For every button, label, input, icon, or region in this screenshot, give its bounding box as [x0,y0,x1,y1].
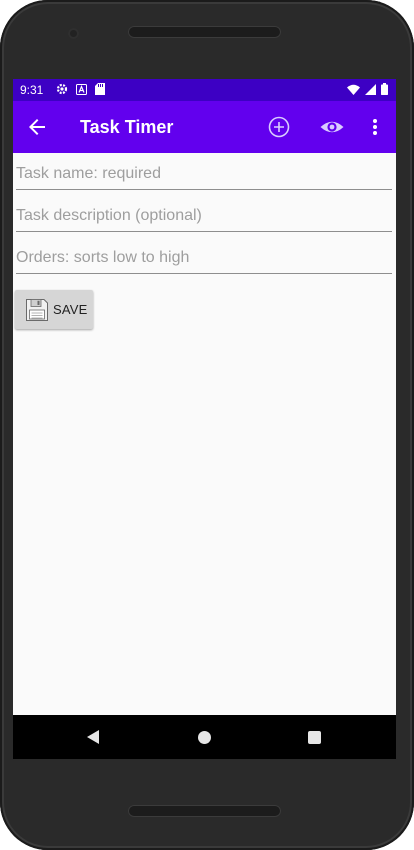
eye-icon[interactable] [319,115,345,139]
screen: 9:31 Task Timer Task name: required Task… [13,79,396,759]
add-circle-icon[interactable] [267,115,291,139]
front-camera [68,28,79,39]
task-order-field[interactable] [16,243,392,274]
signal-icon [365,83,376,95]
task-name-field[interactable] [16,159,392,190]
navigation-bar [13,715,396,759]
back-arrow-icon[interactable] [25,115,49,139]
bottom-speaker [128,805,281,817]
save-button[interactable]: SAVE [15,290,93,329]
phone-frame: 9:31 Task Timer Task name: required Task… [0,0,414,850]
status-icons-left [56,83,105,95]
floppy-disk-icon [26,298,48,321]
status-time: 9:31 [20,83,44,97]
more-vert-icon[interactable] [367,115,383,139]
status-icons-right [347,83,388,95]
wifi-icon [347,84,360,95]
sd-card-icon [95,83,105,95]
save-button-label: SAVE [53,302,88,317]
status-bar: 9:31 [13,79,396,101]
battery-icon [381,83,388,95]
app-bar: Task Timer [13,101,396,153]
back-triangle-icon[interactable] [86,729,100,745]
task-description-field[interactable] [16,201,392,232]
gear-icon [56,83,68,95]
top-speaker [128,26,281,38]
a-badge-icon [76,83,87,95]
app-title: Task Timer [80,117,174,137]
home-circle-icon[interactable] [198,731,211,744]
recents-square-icon[interactable] [308,731,321,744]
